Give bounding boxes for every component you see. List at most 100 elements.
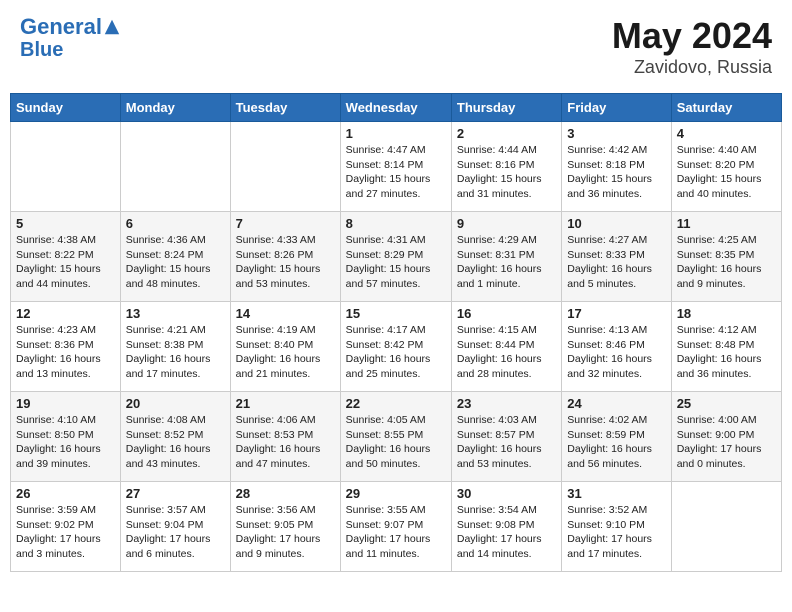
calendar-cell	[11, 122, 121, 212]
cell-info-line: and 40 minutes.	[677, 187, 776, 202]
cell-info-line: Sunset: 8:52 PM	[126, 428, 225, 443]
cell-info-line: and 17 minutes.	[567, 547, 665, 562]
cell-info-line: Sunrise: 4:44 AM	[457, 143, 556, 158]
calendar-cell: 12Sunrise: 4:23 AMSunset: 8:36 PMDayligh…	[11, 302, 121, 392]
cell-info: Sunrise: 3:54 AMSunset: 9:08 PMDaylight:…	[457, 503, 556, 562]
cell-info-line: Sunset: 8:16 PM	[457, 158, 556, 173]
cell-info-line: Sunset: 9:08 PM	[457, 518, 556, 533]
cell-info-line: Sunset: 8:50 PM	[16, 428, 115, 443]
cell-info-line: Sunrise: 4:19 AM	[236, 323, 335, 338]
cell-info-line: Sunset: 8:18 PM	[567, 158, 665, 173]
cell-info: Sunrise: 4:47 AMSunset: 8:14 PMDaylight:…	[346, 143, 446, 202]
cell-info: Sunrise: 3:56 AMSunset: 9:05 PMDaylight:…	[236, 503, 335, 562]
cell-info-line: Daylight: 16 hours	[346, 352, 446, 367]
cell-info-line: Daylight: 15 hours	[677, 172, 776, 187]
day-number: 8	[346, 216, 446, 231]
cell-info-line: and 43 minutes.	[126, 457, 225, 472]
cell-info-line: Sunrise: 4:40 AM	[677, 143, 776, 158]
cell-info-line: Sunrise: 4:29 AM	[457, 233, 556, 248]
cell-info-line: Daylight: 16 hours	[16, 352, 115, 367]
cell-info-line: Daylight: 15 hours	[236, 262, 335, 277]
logo-icon	[103, 18, 121, 36]
cell-info: Sunrise: 4:03 AMSunset: 8:57 PMDaylight:…	[457, 413, 556, 472]
cell-info: Sunrise: 4:36 AMSunset: 8:24 PMDaylight:…	[126, 233, 225, 292]
calendar-cell: 17Sunrise: 4:13 AMSunset: 8:46 PMDayligh…	[562, 302, 671, 392]
calendar-cell: 21Sunrise: 4:06 AMSunset: 8:53 PMDayligh…	[230, 392, 340, 482]
calendar-cell: 8Sunrise: 4:31 AMSunset: 8:29 PMDaylight…	[340, 212, 451, 302]
cell-info-line: and 0 minutes.	[677, 457, 776, 472]
cell-info-line: Sunrise: 4:00 AM	[677, 413, 776, 428]
cell-info: Sunrise: 4:44 AMSunset: 8:16 PMDaylight:…	[457, 143, 556, 202]
logo-blue-text: Blue	[20, 39, 121, 61]
cell-info-line: Daylight: 15 hours	[346, 262, 446, 277]
day-number: 21	[236, 396, 335, 411]
day-number: 4	[677, 126, 776, 141]
cell-info-line: Sunset: 8:24 PM	[126, 248, 225, 263]
weekday-header-wednesday: Wednesday	[340, 94, 451, 122]
cell-info-line: and 48 minutes.	[126, 277, 225, 292]
day-number: 13	[126, 306, 225, 321]
cell-info-line: and 27 minutes.	[346, 187, 446, 202]
cell-info-line: Sunrise: 4:10 AM	[16, 413, 115, 428]
cell-info-line: Daylight: 16 hours	[126, 442, 225, 457]
calendar-cell: 29Sunrise: 3:55 AMSunset: 9:07 PMDayligh…	[340, 482, 451, 572]
logo: General Blue	[20, 15, 121, 61]
day-number: 16	[457, 306, 556, 321]
calendar-cell: 28 Sunrise: 3:56 AMSunset: 9:05 PMDayligh…	[230, 482, 340, 572]
cell-info-line: and 6 minutes.	[126, 547, 225, 562]
cell-info-line: and 9 minutes.	[677, 277, 776, 292]
cell-info-line: Daylight: 16 hours	[236, 352, 335, 367]
calendar-cell: 5Sunrise: 4:38 AMSunset: 8:22 PMDaylight…	[11, 212, 121, 302]
cell-info: Sunrise: 3:59 AMSunset: 9:02 PMDaylight:…	[16, 503, 115, 562]
calendar-cell: 1 Sunrise: 4:47 AMSunset: 8:14 PMDaylight…	[340, 122, 451, 212]
cell-info: Sunrise: 4:25 AMSunset: 8:35 PMDaylight:…	[677, 233, 776, 292]
cell-info-line: and 44 minutes.	[16, 277, 115, 292]
cell-info-line: Sunrise: 4:47 AM	[346, 143, 446, 158]
weekday-header-sunday: Sunday	[11, 94, 121, 122]
cell-info-line: and 36 minutes.	[677, 367, 776, 382]
calendar-cell: 23 Sunrise: 4:03 AMSunset: 8:57 PMDayligh…	[451, 392, 561, 482]
calendar-cell: 25Sunrise: 4:00 AMSunset: 9:00 PMDayligh…	[671, 392, 781, 482]
cell-info-line: Sunrise: 3:52 AM	[567, 503, 665, 518]
cell-info: Sunrise: 4:27 AMSunset: 8:33 PMDaylight:…	[567, 233, 665, 292]
cell-info-line: Daylight: 16 hours	[457, 442, 556, 457]
cell-info-line: Daylight: 16 hours	[567, 442, 665, 457]
cell-info-line: Daylight: 16 hours	[346, 442, 446, 457]
day-number: 24	[567, 396, 665, 411]
cell-info-line: Sunrise: 4:15 AM	[457, 323, 556, 338]
cell-info-line: Sunset: 8:55 PM	[346, 428, 446, 443]
cell-info: Sunrise: 3:57 AMSunset: 9:04 PMDaylight:…	[126, 503, 225, 562]
cell-info-line: Sunrise: 4:42 AM	[567, 143, 665, 158]
day-number: 28	[236, 486, 335, 501]
cell-info-line: Sunset: 8:29 PM	[346, 248, 446, 263]
cell-info-line: Sunset: 9:10 PM	[567, 518, 665, 533]
cell-info-line: Sunrise: 4:36 AM	[126, 233, 225, 248]
calendar-cell: 22Sunrise: 4:05 AMSunset: 8:55 PMDayligh…	[340, 392, 451, 482]
calendar-cell: 11Sunrise: 4:25 AMSunset: 8:35 PMDayligh…	[671, 212, 781, 302]
cell-info-line: and 47 minutes.	[236, 457, 335, 472]
cell-info-line: Daylight: 16 hours	[457, 352, 556, 367]
week-row-1: 1 Sunrise: 4:47 AMSunset: 8:14 PMDaylight…	[11, 122, 782, 212]
cell-info-line: and 32 minutes.	[567, 367, 665, 382]
cell-info-line: Sunset: 9:02 PM	[16, 518, 115, 533]
cell-info-line: Daylight: 17 hours	[457, 532, 556, 547]
calendar-cell: 3Sunrise: 4:42 AMSunset: 8:18 PMDaylight…	[562, 122, 671, 212]
page-header: General Blue May 2024 Zavidovo, Russia	[10, 10, 782, 83]
calendar-cell: 18Sunrise: 4:12 AMSunset: 8:48 PMDayligh…	[671, 302, 781, 392]
day-number: 1	[346, 126, 446, 141]
cell-info-line: and 39 minutes.	[16, 457, 115, 472]
day-number: 12	[16, 306, 115, 321]
cell-info-line: and 11 minutes.	[346, 547, 446, 562]
calendar-cell: 30Sunrise: 3:54 AMSunset: 9:08 PMDayligh…	[451, 482, 561, 572]
cell-info: Sunrise: 3:55 AMSunset: 9:07 PMDaylight:…	[346, 503, 446, 562]
day-number: 23	[457, 396, 556, 411]
day-number: 27	[126, 486, 225, 501]
day-number: 25	[677, 396, 776, 411]
calendar-cell	[671, 482, 781, 572]
calendar-cell: 26Sunrise: 3:59 AMSunset: 9:02 PMDayligh…	[11, 482, 121, 572]
cell-info: Sunrise: 3:52 AMSunset: 9:10 PMDaylight:…	[567, 503, 665, 562]
cell-info-line: Daylight: 15 hours	[126, 262, 225, 277]
cell-info-line: Sunset: 8:40 PM	[236, 338, 335, 353]
cell-info-line: Daylight: 16 hours	[16, 442, 115, 457]
cell-info-line: Daylight: 16 hours	[677, 262, 776, 277]
